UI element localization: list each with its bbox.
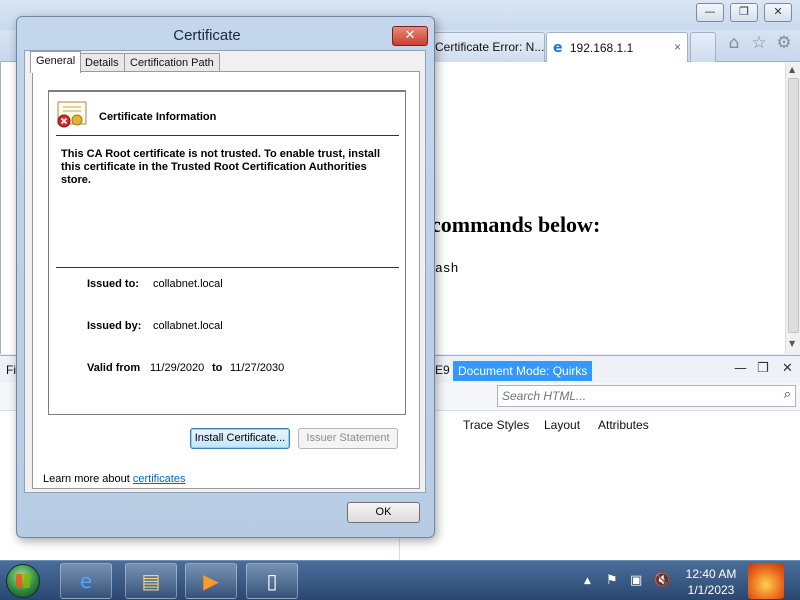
trust-warning-text: This CA Root certificate is not trusted.… xyxy=(61,148,381,186)
ie-page-icon: e xyxy=(553,40,563,56)
page-heading: commands below: xyxy=(431,212,601,237)
certificates-link[interactable]: certificates xyxy=(133,473,186,485)
tab-certificate-error[interactable]: Certificate Error: N... xyxy=(428,32,545,62)
issuer-statement-button[interactable]: Issuer Statement xyxy=(298,428,398,449)
issued-to-label: Issued to: xyxy=(87,278,139,290)
devtools-undock-icon[interactable]: ❐ xyxy=(757,361,769,376)
valid-from-label: Valid from xyxy=(87,362,141,374)
issued-by-value: collabnet.local xyxy=(153,320,223,332)
install-certificate-button[interactable]: Install Certificate... xyxy=(190,428,290,449)
tab-close-icon[interactable]: × xyxy=(674,40,681,54)
restore-button[interactable]: ❐ xyxy=(730,3,758,22)
certificate-info-title: Certificate Information xyxy=(99,111,217,123)
favorites-star-icon[interactable]: ☆ xyxy=(749,33,769,53)
tab-layout[interactable]: Layout xyxy=(544,418,580,432)
dialog-body: General Details Certification Path Certi… xyxy=(24,50,426,493)
page-code-fragment: ash xyxy=(435,261,459,276)
tab-title: Certificate Error: N... xyxy=(435,40,545,54)
clock-date: 1/1/2023 xyxy=(687,583,735,597)
devtools-menu-file[interactable]: Fi xyxy=(6,363,16,377)
devtools-minimize-icon[interactable]: — xyxy=(734,361,747,376)
taskbar: e ▤ ▶ ▯ ▲ ⚑ ▣ 🔇 12:40 AM 1/1/2023 xyxy=(0,560,800,600)
tools-gear-icon[interactable]: ⚙ xyxy=(774,33,794,53)
clock-time: 12:40 AM xyxy=(685,567,737,581)
certificate-warning-icon xyxy=(57,101,87,128)
valid-to-date: 11/27/2030 xyxy=(230,362,285,374)
search-html-input[interactable] xyxy=(498,386,768,406)
issued-to-value: collabnet.local xyxy=(153,278,223,290)
search-html-box[interactable]: ⌕ xyxy=(497,385,796,407)
user-flower-picture[interactable] xyxy=(748,563,784,599)
new-tab-button[interactable] xyxy=(690,32,716,62)
page-scrollbar[interactable]: ▲ ▼ xyxy=(785,62,800,354)
devtools-close-icon[interactable]: ✕ xyxy=(782,361,793,376)
scroll-up-arrow-icon[interactable]: ▲ xyxy=(789,65,795,74)
certificate-info-box: Certificate Information This CA Root cer… xyxy=(48,90,406,415)
details-divider xyxy=(56,267,399,268)
certificate-dialog: Certificate ✕ General Details Certificat… xyxy=(16,16,435,538)
valid-from-date: 11/29/2020 xyxy=(150,362,205,374)
home-icon[interactable]: ⌂ xyxy=(724,33,744,53)
learn-more-prefix: Learn more about xyxy=(43,473,130,485)
scroll-thumb[interactable] xyxy=(788,78,799,333)
tab-details[interactable]: Details xyxy=(79,53,125,73)
tab-attributes[interactable]: Attributes xyxy=(598,418,649,432)
document-taskbar-icon[interactable]: ▯ xyxy=(246,563,298,599)
tab-general[interactable]: General xyxy=(30,51,82,73)
learn-more-text: Learn more about certificates xyxy=(43,473,185,485)
issued-by-label: Issued by: xyxy=(87,320,142,332)
volume-muted-icon[interactable]: 🔇 xyxy=(654,573,670,588)
window-close-button[interactable]: ✕ xyxy=(764,3,792,22)
scroll-down-arrow-icon[interactable]: ▼ xyxy=(789,339,795,348)
tab-192-168-1-1[interactable]: e 192.168.1.1 × xyxy=(546,32,688,62)
tab-title: 192.168.1.1 xyxy=(569,41,634,55)
title-divider xyxy=(56,135,399,136)
minimize-button[interactable]: — xyxy=(696,3,724,22)
action-center-flag-icon[interactable]: ⚑ xyxy=(606,573,618,588)
show-hidden-icons[interactable]: ▲ xyxy=(584,576,591,586)
media-player-taskbar-icon[interactable]: ▶ xyxy=(185,563,237,599)
general-tab-panel: Certificate Information This CA Root cer… xyxy=(32,71,420,489)
internet-explorer-taskbar-icon[interactable]: e xyxy=(60,563,112,599)
tab-certification-path[interactable]: Certification Path xyxy=(124,53,220,73)
valid-to-label: to xyxy=(212,362,223,374)
network-icon[interactable]: ▣ xyxy=(630,573,642,588)
ok-button[interactable]: OK xyxy=(347,502,420,523)
document-mode-menu[interactable]: Document Mode: Quirks xyxy=(453,361,593,381)
dialog-close-button[interactable]: ✕ xyxy=(392,26,428,46)
start-button[interactable] xyxy=(6,564,40,598)
dialog-title: Certificate xyxy=(173,27,241,44)
system-clock[interactable]: 12:40 AM 1/1/2023 xyxy=(682,566,740,598)
tab-trace-styles[interactable]: Trace Styles xyxy=(463,418,529,432)
explorer-folder-taskbar-icon[interactable]: ▤ xyxy=(125,563,177,599)
browser-mode-fragment[interactable]: E9 xyxy=(435,363,450,377)
search-icon[interactable]: ⌕ xyxy=(784,387,791,402)
